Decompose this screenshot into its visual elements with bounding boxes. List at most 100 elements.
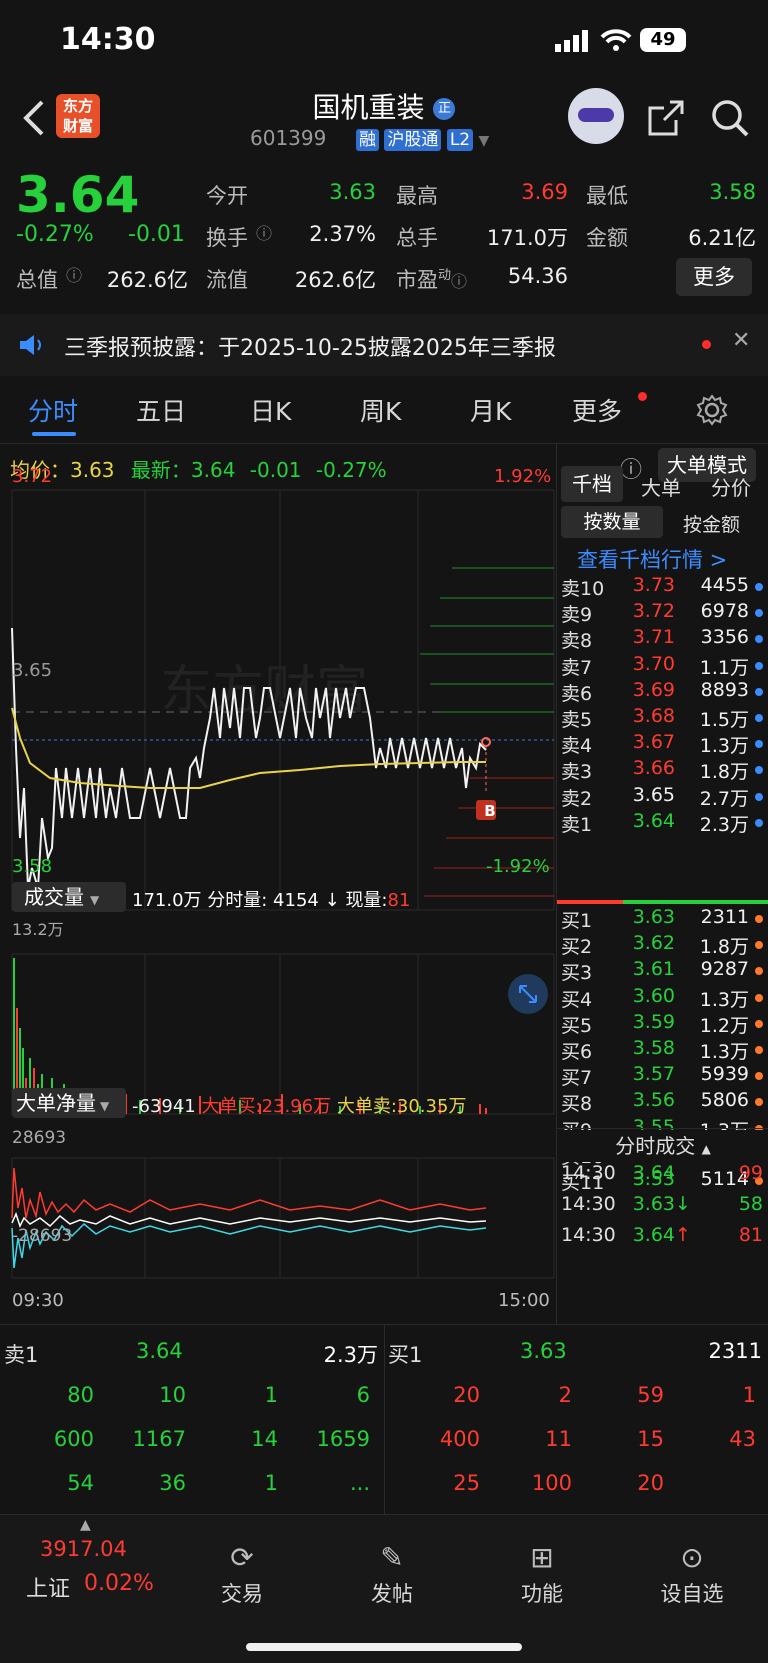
tab-five-day[interactable]: 五日 [136, 392, 186, 428]
ask-row[interactable]: 卖6 3.69 8893 [557, 679, 768, 706]
level-label: 卖3 [561, 761, 593, 784]
queue-cell: 11 [545, 1427, 572, 1451]
tag-l2: L2 [446, 129, 474, 151]
level-label: 卖9 [561, 604, 593, 627]
buy-marker-label: B [484, 802, 496, 820]
tab-weekly-k[interactable]: 周K [360, 392, 401, 428]
share-icon[interactable] [646, 98, 686, 138]
bid-row[interactable]: 买2 3.62 1.8万 [557, 932, 768, 959]
notice-bar[interactable]: 三季报预披露：于2025-10-25披露2025年三季报 ✕ [0, 314, 768, 376]
settings-icon[interactable] [696, 394, 728, 426]
bid-row[interactable]: 买8 3.56 5806 [557, 1089, 768, 1116]
queue-cell: 10 [159, 1383, 186, 1407]
bid-row[interactable]: 买7 3.57 5939 [557, 1063, 768, 1090]
index-value[interactable]: 3917.04 [40, 1537, 127, 1561]
more-button[interactable]: 更多 [676, 258, 752, 296]
trade-price: 3.63 [632, 1193, 675, 1215]
level-price: 3.73 [632, 574, 675, 596]
speaker-icon [20, 335, 41, 355]
tab-price-dist[interactable]: 分价 [711, 472, 751, 501]
latest-value: 3.64 [190, 458, 236, 482]
level-label: 卖5 [561, 709, 593, 731]
tab-daily-k[interactable]: 日K [250, 392, 291, 428]
high-value: 3.69 [521, 180, 568, 204]
level-price: 3.61 [632, 958, 675, 981]
tab-intraday[interactable]: 分时 [28, 392, 78, 428]
nav-functions[interactable]: ⊞ 功能 [482, 1541, 602, 1608]
by-quantity-tab[interactable]: 按数量 [561, 506, 663, 538]
nav-trade[interactable]: ⟳ 交易 [182, 1541, 302, 1608]
nav-post[interactable]: ✎ 发帖 [332, 1541, 452, 1608]
level-volume: 1.3万 [699, 988, 749, 1011]
bid-row[interactable]: 买3 3.61 9287 [557, 958, 768, 985]
intraday-chart[interactable]: 均价：3.63 最新：3.64 -0.01 -0.27% ⓘ 大单模式 东方财富… [0, 444, 756, 1324]
info-icon[interactable]: ⓘ [256, 220, 272, 244]
stock-header: 东方财富 国机重装 正 601399 融 沪股通 L2 ▼ [0, 80, 768, 164]
queue-cell: 54 [67, 1471, 94, 1495]
post-icon: ✎ [380, 1541, 404, 1574]
trade-arrow: ↑ [675, 1224, 691, 1246]
level-dot [755, 993, 763, 1002]
low-value: 3.58 [709, 180, 756, 204]
level-dot [755, 687, 763, 696]
ask-row[interactable]: 卖5 3.68 1.5万 [557, 705, 768, 732]
ask-row[interactable]: 卖7 3.70 1.1万 [557, 653, 768, 680]
tab-monthly-k[interactable]: 月K [470, 392, 511, 428]
tab-depth[interactable]: 千档 [561, 466, 623, 502]
y-min-label: 3.58 [12, 856, 53, 877]
level-label: 买6 [561, 1041, 593, 1063]
trades-header[interactable]: 分时成交 ▲ [557, 1130, 768, 1162]
level-label: 卖2 [561, 787, 593, 810]
battery-icon: 49 [640, 28, 686, 52]
dropdown-icon[interactable]: ▼ [479, 133, 490, 149]
status-bar: 14:30 49 [0, 0, 768, 80]
ask-row[interactable]: 卖10 3.73 4455 [557, 574, 768, 601]
level-volume: 1.2万 [699, 1014, 749, 1037]
stock-code: 601399 [250, 126, 327, 150]
trade-price: 3.64 [632, 1162, 675, 1184]
tab-more[interactable]: 更多 [572, 392, 622, 428]
search-icon[interactable] [710, 98, 750, 138]
level-dot [755, 766, 763, 775]
amount-value: 6.21亿 [688, 226, 756, 250]
bid-row[interactable]: 买6 3.58 1.3万 [557, 1037, 768, 1064]
ask-row[interactable]: 卖9 3.72 6978 [557, 600, 768, 627]
low-label: 最低 [586, 184, 628, 208]
ask-row[interactable]: 卖3 3.66 1.8万 [557, 757, 768, 784]
more-dots-icon: ⊙ [680, 1541, 704, 1574]
ask-row[interactable]: 卖2 3.65 2.7万 [557, 784, 768, 811]
level-dot [755, 1072, 763, 1081]
trade-time: 14:30 [561, 1162, 616, 1184]
by-amount-tab[interactable]: 按金额 [683, 510, 740, 537]
level-label: 买4 [561, 988, 593, 1011]
close-icon[interactable]: ✕ [732, 328, 750, 353]
volume-indicator-select[interactable]: 成交量 ▼ [12, 882, 126, 912]
index-name[interactable]: 上证 [26, 1571, 70, 1603]
view-depth-link[interactable]: 查看千档行情 > [577, 544, 727, 574]
bid-row[interactable]: 买1 3.63 2311 [557, 906, 768, 933]
tab-big-orders[interactable]: 大单 [641, 472, 681, 501]
buy1-price: 3.63 [520, 1339, 567, 1363]
index-pct: 0.02% [84, 1571, 154, 1596]
bid-row[interactable]: 买4 3.60 1.3万 [557, 985, 768, 1012]
ask-row[interactable]: 卖8 3.71 3356 [557, 626, 768, 653]
net-max-label: 28693 [12, 1128, 67, 1148]
trade-row: 14:30 3.64 ↑ 81 [557, 1224, 768, 1251]
bid-row[interactable]: 买5 3.59 1.2万 [557, 1011, 768, 1038]
nav-watchlist[interactable]: ⊙ 设自选 [632, 1541, 752, 1608]
tab-indicator [32, 432, 76, 436]
queue-cell: 36 [159, 1471, 186, 1495]
info-icon[interactable]: ⓘ [66, 262, 82, 286]
assistant-avatar[interactable] [568, 88, 624, 144]
net-sell-line [11, 1222, 487, 1269]
avg-price-value: 3.63 [70, 458, 115, 482]
ask-row[interactable]: 卖4 3.67 1.3万 [557, 731, 768, 758]
notice-text: 三季报预披露：于2025-10-25披露2025年三季报 [64, 336, 556, 361]
queue-cell: 59 [637, 1383, 664, 1407]
net-indicator-select[interactable]: 大单净量 ▼ [12, 1088, 126, 1118]
ask-row[interactable]: 卖1 3.64 2.3万 [557, 810, 768, 837]
level-label: 买3 [561, 962, 593, 985]
verified-badge: 正 [433, 98, 456, 120]
trade-arrow: ↓ [675, 1193, 691, 1215]
trade-volume: 99 [738, 1162, 763, 1184]
